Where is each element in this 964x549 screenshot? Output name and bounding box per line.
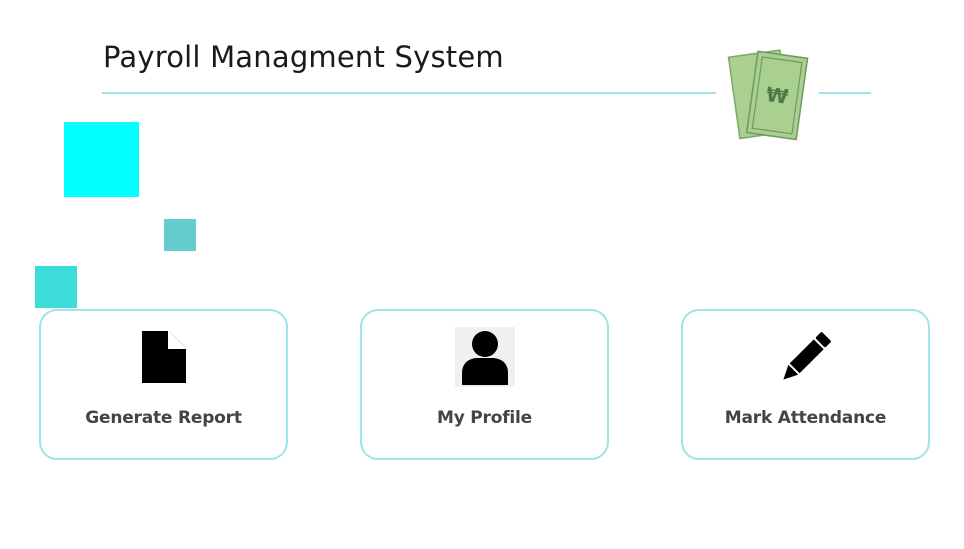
page-title: Payroll Managment System <box>103 40 504 74</box>
money-icon: ₩ <box>726 46 812 142</box>
svg-text:₩: ₩ <box>765 82 790 109</box>
generate-report-label: Generate Report <box>85 408 242 428</box>
decorative-square-cyan <box>64 122 139 197</box>
pencil-icon <box>776 327 836 387</box>
generate-report-card[interactable]: Generate Report <box>39 309 288 460</box>
decorative-square-teal <box>164 219 196 251</box>
my-profile-card[interactable]: My Profile <box>360 309 609 460</box>
my-profile-label: My Profile <box>436 408 533 428</box>
title-divider <box>102 92 716 94</box>
user-icon <box>454 327 515 387</box>
title-divider-right <box>819 92 871 94</box>
decorative-square-turquoise <box>35 266 77 308</box>
mark-attendance-label: Mark Attendance <box>724 408 887 428</box>
mark-attendance-card[interactable]: Mark Attendance <box>681 309 930 460</box>
document-icon <box>134 327 194 387</box>
app-root: Payroll Managment System ₩ Generate Repo… <box>0 0 964 549</box>
